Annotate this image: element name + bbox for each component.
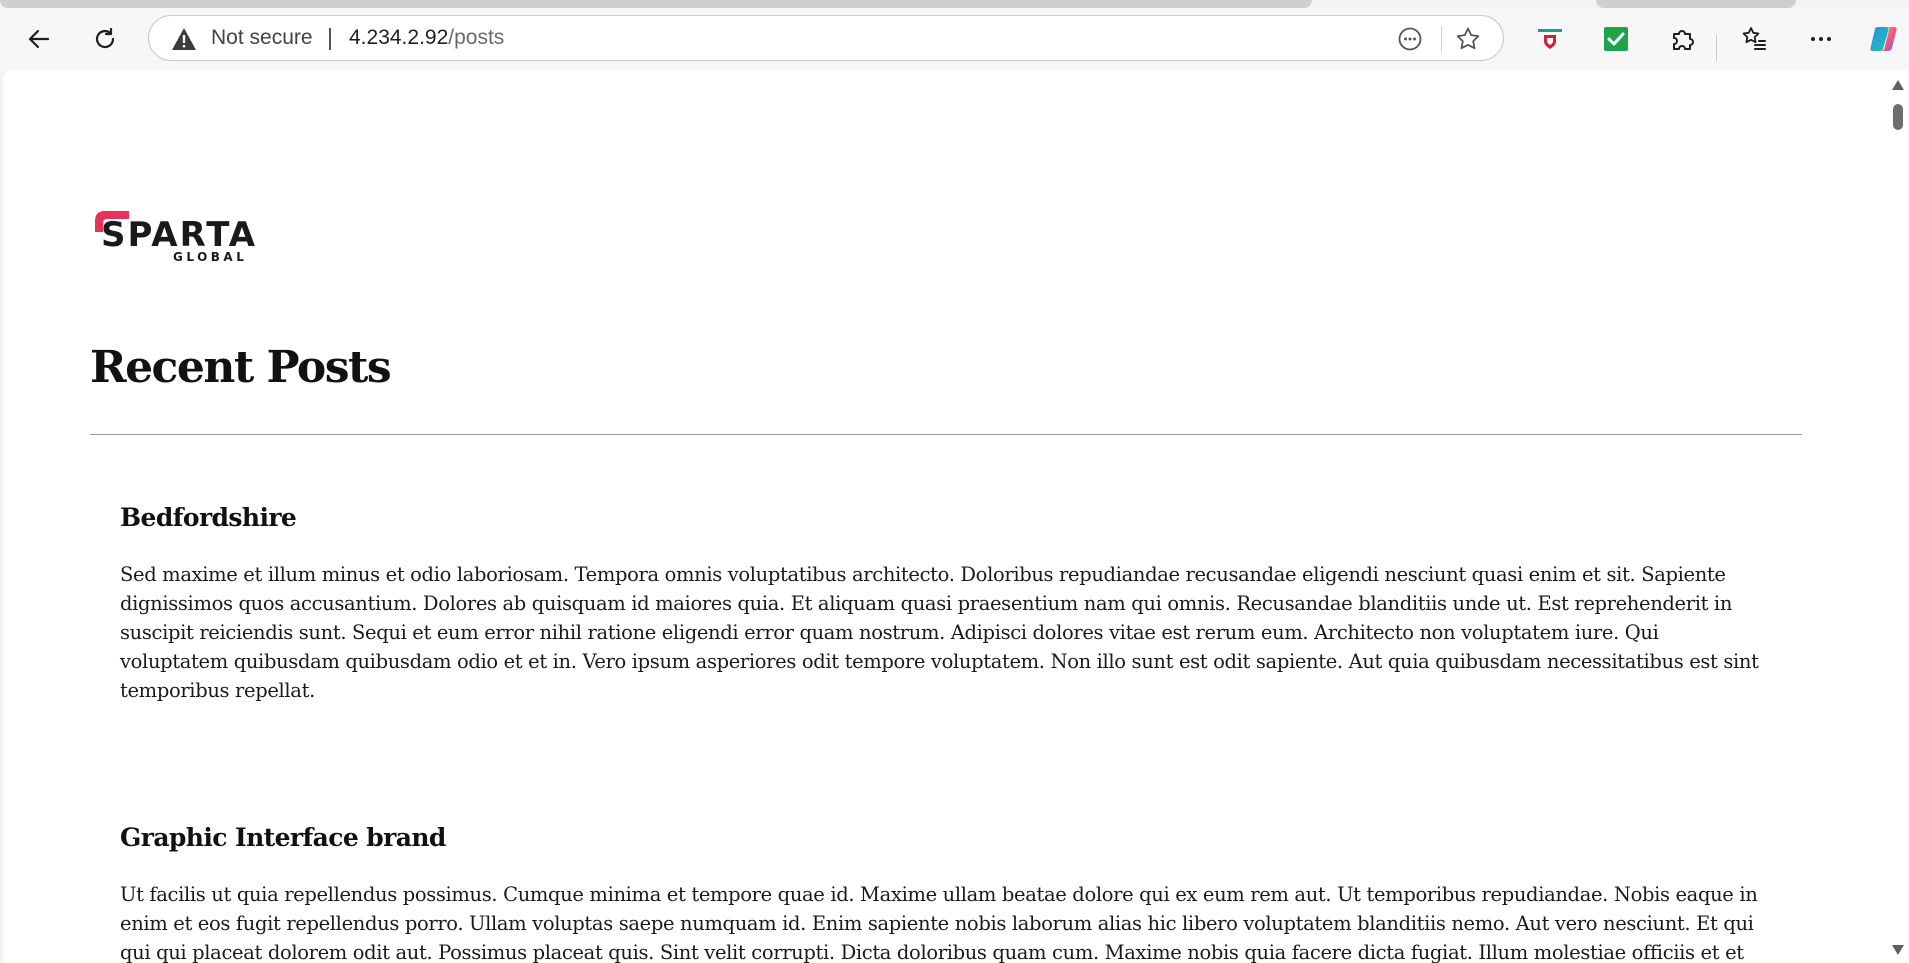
address-separator xyxy=(329,28,331,50)
tab-other[interactable] xyxy=(1596,0,1796,8)
title-divider xyxy=(90,434,1802,435)
post-body: Sed maxime et illum minus et odio labori… xyxy=(120,563,1759,702)
address-divider xyxy=(1441,26,1442,52)
post-title: Graphic Interface brand xyxy=(120,823,446,852)
sparta-global-logo[interactable]: SPARTA GLOBAL xyxy=(89,202,259,268)
page-title: Recent Posts xyxy=(90,342,392,393)
star-icon[interactable] xyxy=(1454,25,1482,53)
url-host: 4.234.2.92 xyxy=(349,26,449,49)
url-path: /posts xyxy=(448,26,505,49)
logo-sub-text: GLOBAL xyxy=(173,250,247,264)
post-item: Bedfordshire Sed maxime et illum minus e… xyxy=(120,503,1770,705)
back-arrow-icon[interactable] xyxy=(21,21,57,57)
page-viewport: SPARTA GLOBAL Recent Posts Bedfordshire … xyxy=(3,70,1887,963)
warning-triangle-icon[interactable] xyxy=(171,26,197,52)
more-circle-icon[interactable] xyxy=(1396,25,1424,53)
post-body: Ut facilis ut quia repellendus possimus.… xyxy=(120,883,1758,963)
puzzle-icon[interactable] xyxy=(1664,21,1700,57)
shield-extension-icon[interactable] xyxy=(1532,21,1568,57)
security-label[interactable]: Not secure xyxy=(211,16,313,60)
post-item: Graphic Interface brand Ut facilis ut qu… xyxy=(120,823,1770,963)
post-title: Bedfordshire xyxy=(120,503,297,532)
ellipsis-icon[interactable] xyxy=(1803,21,1839,57)
logo-brand-text: SPARTA xyxy=(101,215,257,255)
tab-strip xyxy=(0,0,1909,8)
scroll-up-arrow-icon[interactable] xyxy=(1892,80,1904,90)
copilot-icon[interactable] xyxy=(1866,21,1902,57)
tab-active[interactable] xyxy=(0,0,1312,8)
scrollbar-thumb[interactable] xyxy=(1893,104,1903,130)
favorites-list-icon[interactable] xyxy=(1736,21,1772,57)
scroll-down-arrow-icon[interactable] xyxy=(1892,945,1904,955)
toolbar-separator xyxy=(1716,35,1717,61)
address-bar[interactable]: Not secure 4.234.2.92/posts xyxy=(148,15,1504,61)
url-text[interactable]: 4.234.2.92/posts xyxy=(349,16,504,60)
refresh-icon[interactable] xyxy=(87,21,123,57)
browser-toolbar: Not secure 4.234.2.92/posts xyxy=(0,8,1909,70)
checkmark-extension-icon[interactable] xyxy=(1598,21,1634,57)
page-scrollbar[interactable] xyxy=(1887,70,1909,963)
